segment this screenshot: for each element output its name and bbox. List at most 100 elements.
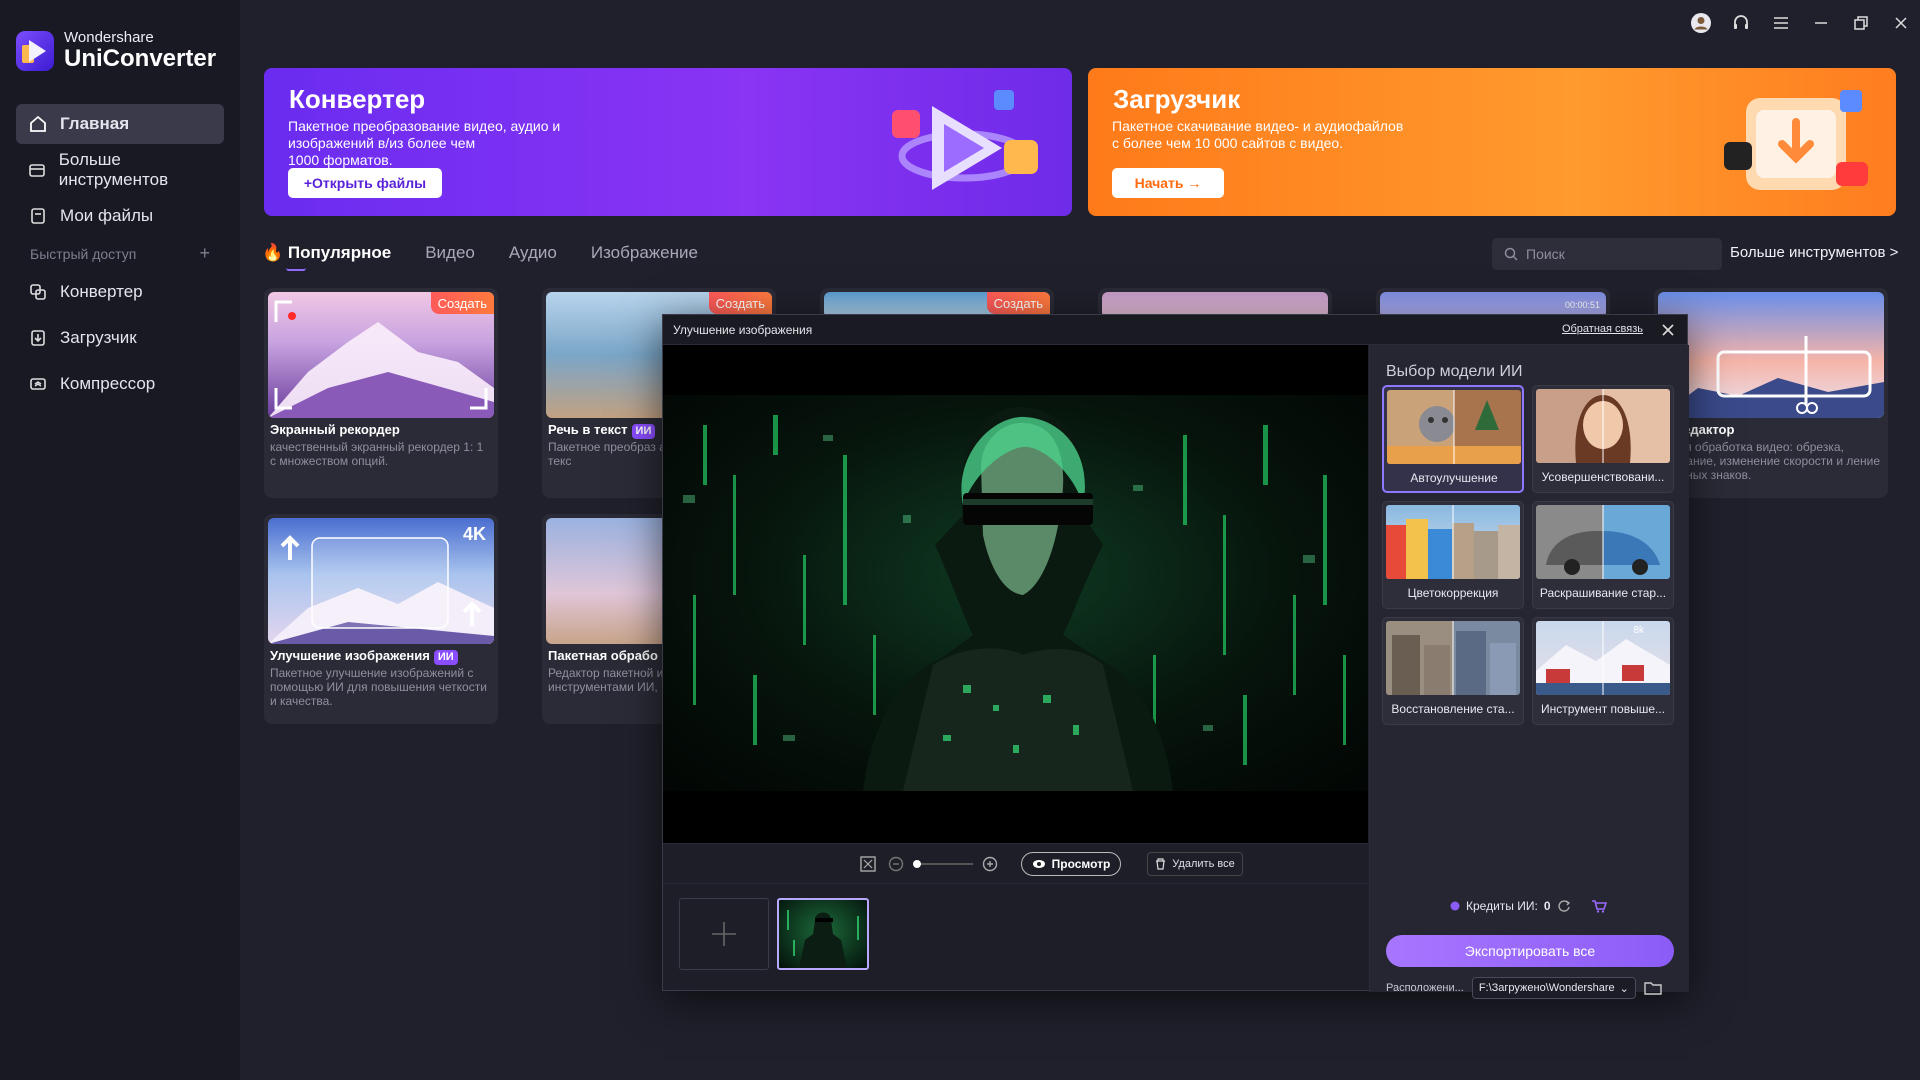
refresh-icon[interactable] xyxy=(1557,899,1571,913)
sidebar-item-label: Загрузчик xyxy=(60,328,137,347)
tab-label: Популярное xyxy=(287,243,392,262)
enhancer-thumbnail: 4K xyxy=(268,518,494,644)
preview-button[interactable]: Просмотр xyxy=(1021,852,1121,876)
cart-icon[interactable] xyxy=(1591,899,1607,913)
sidebar: Wondershare UniConverter Главная Больше … xyxy=(0,0,240,1080)
image-preview xyxy=(663,345,1368,843)
converter-description: Пакетное преобразование видео, аудио и из… xyxy=(288,118,561,168)
zoom-out-icon[interactable] xyxy=(887,855,905,873)
export-all-button[interactable]: Экспортировать все xyxy=(1386,935,1674,967)
restore-icon[interactable] xyxy=(1850,12,1872,34)
sidebar-item-converter[interactable]: Конвертер xyxy=(16,272,224,312)
8k-label: 8k xyxy=(1633,625,1644,636)
model-label: Усовершенствовани... xyxy=(1541,470,1665,484)
model-label: Раскрашивание стар... xyxy=(1539,586,1667,600)
zoom-slider[interactable] xyxy=(913,860,973,868)
model-colorize-old[interactable]: Раскрашивание стар... xyxy=(1532,501,1674,609)
card-title: Речь в текст ИИ xyxy=(548,422,656,439)
sidebar-item-downloader[interactable]: Загрузчик xyxy=(16,318,224,358)
eye-icon xyxy=(1032,860,1045,868)
zoom-in-icon[interactable] xyxy=(981,855,999,873)
search-icon xyxy=(1504,247,1518,261)
close-icon[interactable] xyxy=(1890,12,1912,34)
add-quick-access-button[interactable]: + xyxy=(199,244,210,262)
location-dropdown[interactable]: F:\Загружено\Wondershare ⌄ xyxy=(1471,977,1636,999)
create-badge: Создать xyxy=(708,292,772,314)
quick-access-header: Быстрый доступ + xyxy=(30,244,210,262)
delete-all-label: Удалить все xyxy=(1172,858,1235,870)
search-placeholder: Поиск xyxy=(1526,246,1565,262)
tab-image[interactable]: Изображение xyxy=(591,243,698,263)
toolbox-icon xyxy=(28,160,47,180)
minimize-icon[interactable] xyxy=(1810,12,1832,34)
auto-enhance-thumbnail xyxy=(1387,390,1521,464)
create-badge: Создать xyxy=(430,292,494,314)
model-label: Инструмент повыше... xyxy=(1540,702,1665,716)
preview-toolbar: Просмотр Удалить все xyxy=(663,843,1368,883)
model-old-photo-restore[interactable]: Восстановление ста... xyxy=(1382,617,1524,725)
create-badge: Создать xyxy=(986,292,1050,314)
upscale-thumbnail: 8k xyxy=(1536,621,1670,695)
image-thumbnail[interactable] xyxy=(777,898,869,970)
model-color-correction[interactable]: Цветокоррекция xyxy=(1382,501,1524,609)
zoom-slider-knob[interactable] xyxy=(913,860,921,868)
tab-video[interactable]: Видео xyxy=(425,243,475,263)
downloader-title: Загрузчик xyxy=(1113,84,1241,114)
files-icon xyxy=(28,206,48,226)
colorize-thumbnail xyxy=(1536,505,1670,579)
account-avatar-icon[interactable] xyxy=(1690,12,1712,34)
location-label: Расположени... xyxy=(1386,982,1464,994)
menu-icon[interactable] xyxy=(1770,12,1792,34)
ai-badge: ИИ xyxy=(433,650,458,665)
start-button[interactable]: Начать → xyxy=(1112,168,1224,198)
trash-icon xyxy=(1156,858,1166,870)
app-window: Wondershare UniConverter Главная Больше … xyxy=(0,0,1920,1080)
downloader-description: Пакетное скачивание видео- и аудиофайлов… xyxy=(1112,118,1404,151)
card-description: етная обработка видео: обрезка, ирование… xyxy=(1660,440,1881,482)
model-upscale[interactable]: 8k Инструмент повыше... xyxy=(1532,617,1674,725)
chevron-down-icon: ⌄ xyxy=(1619,982,1629,995)
quick-access-label: Быстрый доступ xyxy=(30,246,137,262)
ai-badge: ИИ xyxy=(631,424,656,439)
plus-icon xyxy=(712,922,736,946)
tool-card-video-editor[interactable]: еоредактор етная обработка видео: обрезк… xyxy=(1654,288,1888,498)
sidebar-item-home[interactable]: Главная xyxy=(16,104,224,144)
card-description: Пакетное улучшение изображений с помощью… xyxy=(270,666,487,708)
tool-card-image-enhancer[interactable]: 4K Улучшение изображения ИИ Пакетное улуч… xyxy=(264,514,498,724)
video-editor-thumbnail xyxy=(1658,292,1884,418)
converter-banner[interactable]: Конвертер Пакетное преобразование видео,… xyxy=(264,68,1072,216)
recorder-thumbnail: Создать xyxy=(268,292,494,418)
model-auto-enhance[interactable]: Автоулучшение xyxy=(1382,385,1524,493)
thumbnail-strip xyxy=(663,883,1368,992)
tab-audio[interactable]: Аудио xyxy=(509,243,557,263)
model-face-enhance[interactable]: Усовершенствовани... xyxy=(1532,385,1674,493)
support-headset-icon[interactable] xyxy=(1730,12,1752,34)
fit-screen-icon[interactable] xyxy=(859,855,877,873)
4k-label: 4K xyxy=(462,524,486,544)
tool-card-screen-recorder[interactable]: Создать Экранный рекордер качественный э… xyxy=(264,288,498,498)
sidebar-item-my-files[interactable]: Мои файлы xyxy=(16,196,224,236)
face-enhance-thumbnail xyxy=(1536,389,1670,463)
uniconverter-logo-icon xyxy=(16,31,54,71)
delete-all-button[interactable]: Удалить все xyxy=(1147,852,1243,876)
output-location: Расположени... F:\Загружено\Wondershare ⌄ xyxy=(1386,977,1686,999)
dialog-close-icon[interactable] xyxy=(1659,321,1677,339)
dialog-header: Улучшение изображения Обратная связь xyxy=(663,315,1687,345)
search-input[interactable]: Поиск xyxy=(1492,238,1722,270)
sidebar-item-compressor[interactable]: Компрессор xyxy=(16,364,224,404)
sidebar-item-label: Главная xyxy=(60,114,130,133)
folder-icon[interactable] xyxy=(1644,981,1662,995)
add-image-button[interactable] xyxy=(679,898,769,970)
open-files-button[interactable]: +Открыть файлы xyxy=(288,168,442,198)
model-label: Цветокоррекция xyxy=(1407,586,1499,600)
downloader-banner[interactable]: Загрузчик Пакетное скачивание видео- и а… xyxy=(1088,68,1896,216)
sidebar-item-label: Больше инструментов xyxy=(58,150,169,189)
video-timestamp: 00:00:51 xyxy=(1564,300,1600,310)
model-label: Автоулучшение xyxy=(1410,471,1498,485)
downloader-illustration-icon xyxy=(1724,90,1868,190)
feedback-link[interactable]: Обратная связь xyxy=(1562,323,1643,335)
tab-popular[interactable]: 🔥 Популярное xyxy=(262,243,392,271)
brand-product: UniConverter xyxy=(64,45,217,72)
sidebar-item-more-tools[interactable]: Больше инструментов xyxy=(16,150,224,190)
more-tools-link[interactable]: Больше инструментов > xyxy=(1730,244,1898,261)
